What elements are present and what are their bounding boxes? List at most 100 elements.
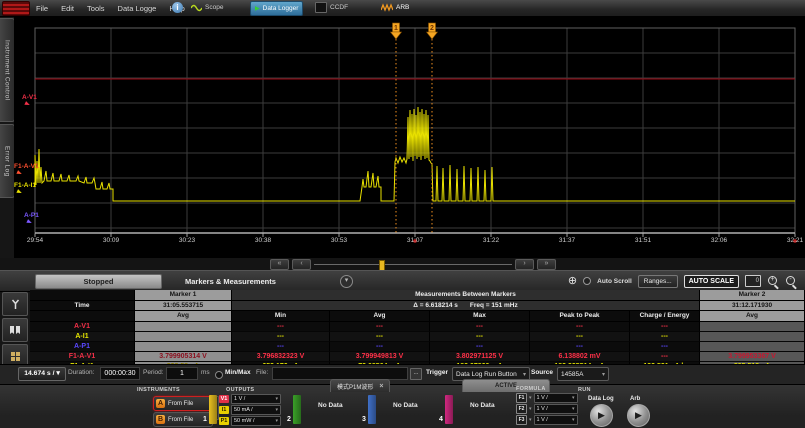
x-axis-tick-label: 32:06 bbox=[711, 237, 727, 244]
waveform-chart[interactable]: 12 bbox=[14, 16, 805, 258]
tab-scope-label: Scope bbox=[205, 4, 223, 11]
markers-button[interactable] bbox=[2, 318, 28, 342]
F1-scale-select[interactable]: 1 V /▾ bbox=[534, 393, 578, 403]
trigger-label: Trigger bbox=[426, 369, 448, 376]
x-axis-tick-label: 30:09 bbox=[103, 237, 119, 244]
formula-row-F1: F1▾1 V /▾ bbox=[516, 393, 578, 402]
select-value: 1 V / bbox=[537, 395, 548, 401]
info-icon[interactable]: i bbox=[172, 2, 183, 13]
source-select[interactable]: 14585A▾ bbox=[557, 367, 609, 381]
marker2-stat-header: Avg bbox=[700, 311, 805, 322]
marker1-header: Marker 1 bbox=[135, 290, 232, 301]
P1-scale-select[interactable]: 50 mW /▾ bbox=[231, 416, 281, 426]
stat-value-2: --- bbox=[430, 322, 530, 332]
data-log-run-button[interactable]: ▶ bbox=[590, 404, 613, 427]
run-header: RUN bbox=[578, 387, 591, 393]
sidebar-tab-error-log[interactable]: Error Log bbox=[0, 124, 15, 198]
instrument-b-badge: B bbox=[156, 415, 165, 424]
close-icon[interactable]: × bbox=[379, 383, 383, 390]
data-log-label: Data Log bbox=[588, 396, 614, 402]
menu-bar: File Edit Tools Data Logge Help i Scope … bbox=[0, 0, 805, 17]
select-value: 1 V / bbox=[537, 417, 548, 423]
marker2-value: 3.799953367 V bbox=[700, 352, 805, 362]
chevron-down-icon: ▾ bbox=[529, 417, 532, 423]
stat-value-1: --- bbox=[330, 332, 430, 342]
tab-scope[interactable]: Scope bbox=[187, 1, 227, 14]
row-label: A-P1 bbox=[30, 342, 135, 352]
instrument-panel: INSTRUMENTS A From File B From File ▶ OU… bbox=[0, 384, 805, 428]
auto-scroll-radio[interactable] bbox=[583, 277, 591, 285]
timescale-button[interactable]: 14.674 s / ▾ bbox=[18, 367, 66, 381]
select-value: 50 mW / bbox=[234, 418, 254, 424]
auto-scale-button[interactable]: AUTO SCALE bbox=[684, 275, 739, 288]
session-tab[interactable]: 模式P1M波形 × bbox=[330, 379, 390, 392]
delta-value: Δ = 6.618214 s bbox=[413, 302, 458, 309]
col-peak-to-peak: Peak to Peak bbox=[530, 311, 630, 322]
instruments-header: INSTRUMENTS bbox=[137, 387, 180, 393]
chevron-down-icon: ▾ bbox=[572, 406, 575, 412]
stat-value-3: --- bbox=[530, 342, 630, 352]
arb-run-button[interactable]: ▶ bbox=[627, 404, 650, 427]
minmax-label: Min/Max bbox=[225, 369, 251, 376]
zoom-out-icon[interactable]: - bbox=[785, 275, 797, 287]
zoom-in-icon[interactable]: + bbox=[767, 275, 779, 287]
ranges-button[interactable]: Ranges... bbox=[638, 275, 678, 288]
marker1-value: 3.799905314 V bbox=[135, 352, 232, 362]
measurement-tool-strip bbox=[2, 292, 27, 368]
x-axis-tick-label: 32:21 bbox=[787, 237, 803, 244]
marker1-stat-header: Avg bbox=[135, 311, 232, 322]
channel-3-status: No Data bbox=[393, 402, 418, 409]
select-value: 1 V / bbox=[537, 406, 548, 412]
arb-label: Arb bbox=[630, 396, 640, 402]
period-field[interactable]: 1 bbox=[166, 367, 198, 380]
menu-file[interactable]: File bbox=[36, 4, 48, 13]
scroll-far-left-button[interactable]: « bbox=[270, 259, 289, 270]
instrument-a-label: From File bbox=[168, 401, 193, 407]
marker1-value bbox=[135, 332, 232, 342]
I1-scale-select[interactable]: 50 mA /▾ bbox=[231, 405, 281, 415]
channel-label-A-V1: A-V1 bbox=[22, 94, 37, 106]
stat-value-0: --- bbox=[232, 332, 330, 342]
I1-badge: I1 bbox=[219, 406, 229, 414]
menu-tools[interactable]: Tools bbox=[87, 4, 105, 13]
tab-data-logger[interactable]: ▶ Data Logger bbox=[250, 1, 303, 16]
freq-value: Freq = 151 mHz bbox=[470, 302, 518, 309]
chart-panel[interactable]: 12 A-V1F1-A-V1F1-A-I1A-P1 29:5430:0930:2… bbox=[14, 16, 805, 258]
stat-value-2: --- bbox=[430, 342, 530, 352]
F3-scale-select[interactable]: 1 V /▾ bbox=[534, 415, 578, 425]
chevron-down-icon: ▾ bbox=[602, 371, 605, 378]
instrument-a-button[interactable]: A From File bbox=[153, 396, 213, 411]
arb-wave-icon bbox=[381, 3, 393, 12]
x-axis-tick-label: 31:07 bbox=[407, 237, 423, 244]
sidebar-tab-instrument-control[interactable]: Instrument Control bbox=[0, 18, 15, 122]
channel-1-settings: V11 V /▾I150 mA /▾P150 mW /▾ bbox=[219, 394, 281, 425]
stat-value-0: 3.796832323 V bbox=[232, 352, 330, 362]
x-axis-tick-label: 30:38 bbox=[255, 237, 271, 244]
menu-data-logger[interactable]: Data Logge bbox=[118, 4, 157, 13]
marker2-value bbox=[700, 332, 805, 342]
scroll-track[interactable] bbox=[314, 260, 512, 269]
tab-arb[interactable]: ARB bbox=[377, 1, 413, 14]
V1-scale-select[interactable]: 1 V /▾ bbox=[231, 394, 281, 404]
duration-field[interactable]: 000:00:30 bbox=[100, 367, 140, 380]
channel-4-number: 4 bbox=[439, 416, 443, 423]
scroll-left-button[interactable]: ‹ bbox=[292, 259, 311, 270]
marker2-value bbox=[700, 342, 805, 352]
stat-value-2: 3.802971125 V bbox=[430, 352, 530, 362]
F2-scale-select[interactable]: 1 V / ▾ bbox=[534, 404, 578, 414]
play-icon: ▶ bbox=[255, 5, 260, 12]
reset-view-icon[interactable]: 0 bbox=[745, 275, 761, 287]
menu-edit[interactable]: Edit bbox=[61, 4, 74, 13]
run-state-button[interactable]: Stopped bbox=[35, 274, 162, 289]
minmax-checkbox[interactable] bbox=[215, 371, 223, 379]
crosshair-icon[interactable]: ⊕ bbox=[568, 276, 577, 287]
scroll-far-right-button[interactable]: » bbox=[537, 259, 556, 270]
marker-tool-button[interactable] bbox=[2, 292, 28, 316]
marker1-time: 31:05.553715 bbox=[135, 301, 232, 312]
tab-ccdf[interactable]: CCDF bbox=[311, 1, 352, 14]
F2-badge: F2 bbox=[516, 404, 527, 414]
scroll-right-button[interactable]: › bbox=[515, 259, 534, 270]
markers-dropdown-icon[interactable]: ▾ bbox=[340, 275, 353, 288]
wrench-icon bbox=[10, 299, 21, 310]
file-browse-button[interactable]: ... bbox=[410, 368, 422, 380]
